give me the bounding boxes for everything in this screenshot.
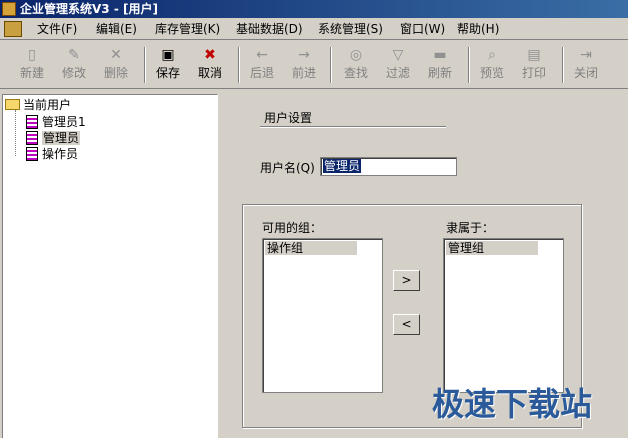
tree-item-admin[interactable]: 管理员 xyxy=(26,130,81,146)
forward-button[interactable]: → 前进 xyxy=(284,45,324,85)
binoculars-icon: ◎ xyxy=(349,47,363,63)
menu-inventory[interactable]: 库存管理(K) xyxy=(155,21,220,37)
delete-button[interactable]: ✕ 删除 xyxy=(96,45,136,85)
available-groups-list[interactable]: 操作组 xyxy=(262,238,383,393)
username-value: 管理员 xyxy=(323,159,362,173)
app-logo-icon xyxy=(2,2,16,16)
section-title: 用户设置 xyxy=(264,111,313,125)
add-group-button[interactable]: > xyxy=(393,270,420,291)
toolbar-separator xyxy=(330,47,332,83)
username-label: 用户名(Q) xyxy=(260,161,315,175)
toolbar: ▯ 新建 ✎ 修改 ✕ 删除 ▣ 保存 ✖ 取消 ← 后退 → 前进 ◎ 查找 … xyxy=(0,41,628,89)
title-bar: 企业管理系统V3 - [用户] xyxy=(0,0,628,18)
preview-button[interactable]: ⌕ 预览 xyxy=(472,45,512,85)
folder-icon xyxy=(5,99,20,110)
toolbar-separator xyxy=(468,47,470,83)
save-button[interactable]: ▣ 保存 xyxy=(148,45,188,85)
tree-item-operator[interactable]: 操作员 xyxy=(26,146,78,162)
filter-icon: ▽ xyxy=(392,47,404,63)
menu-file[interactable]: 文件(F) xyxy=(37,21,77,37)
close-button[interactable]: ⇥ 关闭 xyxy=(566,45,606,85)
watermark: 极速下载站 xyxy=(432,385,593,423)
menu-window[interactable]: 窗口(W) xyxy=(400,21,445,37)
member-of-label: 隶属于： xyxy=(446,221,495,235)
user-icon xyxy=(26,147,38,161)
tree-root[interactable]: 当前用户 xyxy=(5,97,71,113)
tree-item-admin1[interactable]: 管理员1 xyxy=(26,114,86,130)
list-item[interactable]: 管理组 xyxy=(446,241,538,255)
member-groups-list[interactable]: 管理组 xyxy=(443,238,564,393)
arrow-right-icon: → xyxy=(298,47,310,63)
tree-connector-line xyxy=(15,110,16,156)
print-button[interactable]: ▤ 打印 xyxy=(514,45,554,85)
back-button[interactable]: ← 后退 xyxy=(242,45,282,85)
filter-button[interactable]: ▽ 过滤 xyxy=(378,45,418,85)
toolbar-separator xyxy=(562,47,564,83)
menu-edit[interactable]: 编辑(E) xyxy=(96,21,137,37)
refresh-icon: ▬ xyxy=(433,47,447,63)
available-groups-label: 可用的组： xyxy=(262,221,323,235)
printer-icon: ▤ xyxy=(527,47,541,63)
app-menu-icon[interactable] xyxy=(4,21,22,37)
arrow-left-icon: ← xyxy=(256,47,268,63)
cancel-button[interactable]: ✖ 取消 xyxy=(190,45,230,85)
refresh-button[interactable]: ▬ 刷新 xyxy=(420,45,460,85)
menu-bar: 文件(F) 编辑(E) 库存管理(K) 基础数据(D) 系统管理(S) 窗口(W… xyxy=(0,18,628,40)
new-file-icon: ▯ xyxy=(28,47,36,63)
menu-help[interactable]: 帮助(H) xyxy=(457,21,499,37)
edit-button[interactable]: ✎ 修改 xyxy=(54,45,94,85)
toolbar-separator xyxy=(144,47,146,83)
cancel-icon: ✖ xyxy=(204,47,216,63)
window-title: 企业管理系统V3 - [用户] xyxy=(20,2,158,16)
toolbar-separator xyxy=(238,47,240,83)
edit-icon: ✎ xyxy=(68,47,80,63)
section-divider xyxy=(260,126,446,128)
delete-icon: ✕ xyxy=(110,47,122,63)
remove-group-button[interactable]: < xyxy=(393,314,420,335)
preview-icon: ⌕ xyxy=(488,47,496,63)
find-button[interactable]: ◎ 查找 xyxy=(336,45,376,85)
menu-system[interactable]: 系统管理(S) xyxy=(318,21,383,37)
list-item[interactable]: 操作组 xyxy=(265,241,357,255)
user-icon xyxy=(26,115,38,129)
new-button[interactable]: ▯ 新建 xyxy=(12,45,52,85)
menu-basic-data[interactable]: 基础数据(D) xyxy=(236,21,303,37)
username-input[interactable]: 管理员 xyxy=(320,157,457,176)
exit-door-icon: ⇥ xyxy=(580,47,592,63)
user-icon xyxy=(26,131,38,145)
save-icon: ▣ xyxy=(161,47,175,63)
